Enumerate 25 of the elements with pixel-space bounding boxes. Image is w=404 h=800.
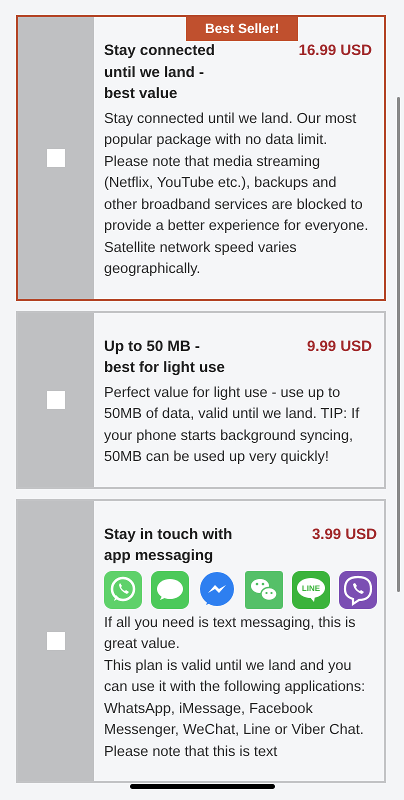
two-bubbles-icon [245,570,283,608]
scrollbar-thumb[interactable] [397,97,400,592]
lightning-bubble-icon [198,570,236,608]
plan-card[interactable]: Up to 50 MB - best for light use 9.99 USD Perfect value for light use - use up to 50MB of data, valid until we land. TIP: If your phone starts background syncing, 50MB can be used up very quickly! [16,310,386,488]
best-seller-badge: Best Seller! [186,17,298,42]
phone-bubble-icon [339,570,377,608]
plan-checkbox[interactable] [47,390,65,408]
plan-card[interactable] [16,498,386,783]
phone-bubble-icon [104,570,142,608]
plan-description: This plan is valid until we land and you can use it with the following applications: WhatsApp, iMessage, Facebook Messenger, WeChat, Line or Viber Chat. Please note that this is text [104,656,366,762]
plan-price: 3.99 USD [312,524,377,544]
plan-price: 9.99 USD [306,336,372,356]
chat-bubble-icon [151,570,189,608]
selection-column[interactable] [18,312,94,486]
plan-description: If all you need is text messaging, this is great value. [104,614,356,654]
plan-checkbox[interactable] [47,148,65,167]
plan-description: Perfect value for light use - use up to 50MB of data, valid until we land. TIP: If your phone starts background syncing, 50MB can be used up very quickly! [104,384,360,467]
plan-title: Stay in touch with app messaging [104,524,234,566]
plan-description: Stay connected until we land. Our most popular package with no data limit. Please note that media streaming (Netflix, YouTube etc.), backups and other broadband services are blocked to provide a better experience for everyone. Satellite network speed varies geographically. [104,110,370,279]
plan-card[interactable] [16,15,386,300]
speech-bubble-icon: LINE [292,570,330,608]
plan-price: 16.99 USD [298,41,372,61]
plan-checkbox[interactable] [47,632,65,650]
plan-title: Stay connected until we land - best value [104,41,216,104]
plan-title: Up to 50 MB - best for light use [104,336,226,378]
